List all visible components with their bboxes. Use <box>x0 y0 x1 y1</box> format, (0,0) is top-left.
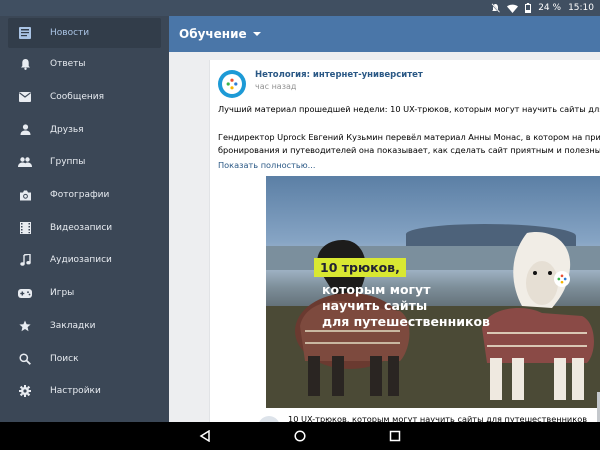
sidebar-item-answers[interactable]: Ответы <box>0 48 169 81</box>
banner-title: 10 трюков, <box>314 258 406 277</box>
sidebar-item-label: Сообщения <box>50 92 105 103</box>
envelope-icon <box>18 90 32 104</box>
section-title[interactable]: Обучение <box>179 27 247 41</box>
wifi-icon <box>507 4 519 13</box>
sidebar-item-label: Фотографии <box>50 190 110 201</box>
sidebar-item-settings[interactable]: Настройки <box>0 375 169 408</box>
sidebar-item-label: Игры <box>50 288 75 299</box>
camera-icon <box>18 188 32 202</box>
sidebar-item-messages[interactable]: Сообщения <box>0 81 169 114</box>
sidebar-item-label: Настройки <box>50 386 101 397</box>
sidebar-item-audio[interactable]: Аудиозаписи <box>0 244 169 277</box>
post-image[interactable]: 10 трюков, которым могут научить сайты д… <box>266 176 600 408</box>
sidebar-item-label: Поиск <box>50 353 79 364</box>
sidebar-item-videos[interactable]: Видеозаписи <box>0 211 169 244</box>
top-bar: Обучение <box>169 16 600 52</box>
avatar[interactable] <box>218 70 246 98</box>
white-pony-image <box>482 232 594 400</box>
banner-line: для путешественников <box>322 314 490 329</box>
clock: 15:10 <box>568 3 594 13</box>
post-text-line: бронирования и путеводителей она показыв… <box>218 145 600 155</box>
chevron-down-icon[interactable] <box>252 32 261 36</box>
post-time: час назад <box>255 82 297 91</box>
bell-icon <box>18 57 32 71</box>
post-text-line: Лучший материал прошедшей недели: 10 UX-… <box>218 104 600 114</box>
sidebar-item-friends[interactable]: Друзья <box>0 113 169 146</box>
link-title[interactable]: 10 UX-трюков, которым могут научить сайт… <box>288 414 587 422</box>
sidebar-item-photos[interactable]: Фотографии <box>0 179 169 212</box>
netology-logo-icon <box>222 74 242 94</box>
battery-icon <box>525 3 532 13</box>
music-icon <box>18 253 32 267</box>
system-nav-bar <box>0 422 600 450</box>
people-icon <box>18 155 32 169</box>
person-icon <box>18 123 32 137</box>
home-icon[interactable] <box>294 430 306 442</box>
sidebar-item-label: Ответы <box>50 59 86 70</box>
news-icon <box>18 26 32 40</box>
sidebar-item-search[interactable]: Поиск <box>0 342 169 375</box>
sidebar-item-label: Аудиозаписи <box>50 255 112 266</box>
star-icon <box>18 319 32 333</box>
attached-link[interactable]: 10 UX-трюков, которым могут научить сайт… <box>258 414 600 422</box>
sidebar-item-groups[interactable]: Группы <box>0 146 169 179</box>
banner-line: которым могут <box>322 282 431 297</box>
gear-icon <box>18 384 32 398</box>
sidebar-item-label: Новости <box>50 28 90 38</box>
recents-icon[interactable] <box>389 430 401 442</box>
film-icon <box>18 221 32 235</box>
news-feed[interactable]: Нетология: интернет-университет час наза… <box>169 52 600 422</box>
search-icon <box>18 352 32 366</box>
sidebar-item-label: Видеозаписи <box>50 222 113 233</box>
back-icon[interactable] <box>199 430 211 442</box>
sidebar-item-label: Группы <box>50 157 86 168</box>
post-card: Нетология: интернет-университет час наза… <box>209 60 600 422</box>
sidebar-item-games[interactable]: Игры <box>0 277 169 310</box>
sidebar: Новости Ответы Сообщения Друзья Группы Ф… <box>0 16 169 422</box>
banner-line: научить сайты <box>322 298 428 313</box>
sidebar-item-news[interactable]: Новости <box>8 18 161 48</box>
gamepad-icon <box>18 286 32 300</box>
sidebar-item-label: Друзья <box>50 124 84 135</box>
battery-percent: 24 % <box>538 3 562 13</box>
sidebar-item-label: Закладки <box>50 320 96 331</box>
post-text-line: Гендиректор Uprock Евгений Кузьмин перев… <box>218 132 600 142</box>
netology-logo-icon <box>554 271 570 287</box>
notifications-off-icon <box>491 3 501 13</box>
post-author[interactable]: Нетология: интернет-университет <box>255 70 423 80</box>
status-bar: 24 % 15:10 <box>0 0 600 16</box>
sidebar-item-bookmarks[interactable]: Закладки <box>0 310 169 343</box>
show-more-link[interactable]: Показать полностью... <box>218 160 315 170</box>
